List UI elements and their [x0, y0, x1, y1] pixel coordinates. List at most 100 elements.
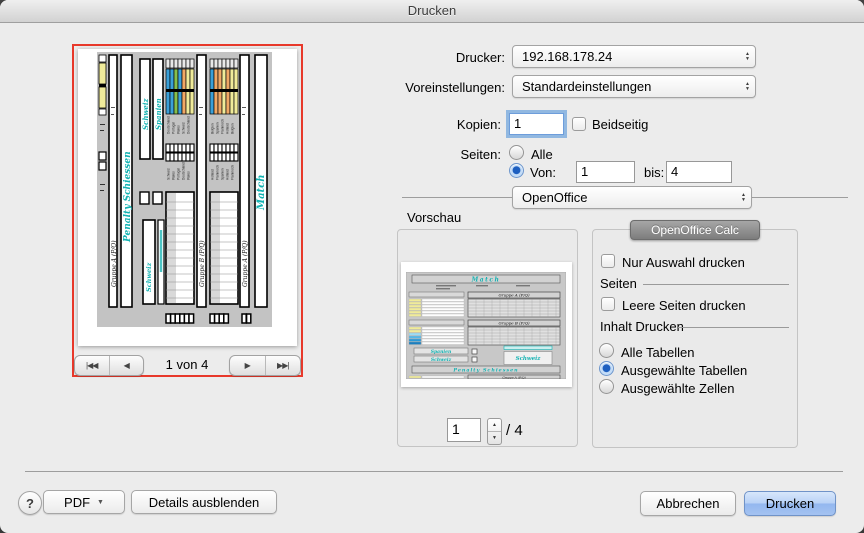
printer-select-value: 192.168.178.24: [522, 49, 612, 64]
presets-select[interactable]: Standardeinstellungen ▲▼: [512, 75, 756, 98]
sheet-penalty-label: Penalty Schiessen: [123, 151, 133, 243]
mini-penalty-title: Penalty Schiessen: [452, 367, 518, 373]
print-button-label: Drucken: [766, 496, 814, 511]
country-a2-4: Wales: [187, 171, 191, 180]
pages-group-label: Seiten: [600, 276, 637, 291]
pages-to-input[interactable]: 4: [666, 161, 732, 183]
selected-cells-radio[interactable]: [599, 379, 614, 394]
content-group-label: Inhalt Drucken: [600, 319, 684, 334]
sheet-schweiz2-label: Schweiz: [145, 262, 153, 292]
mini-schweiz2-label: Schweiz: [516, 356, 542, 362]
country-a2-3: Deutschland: [182, 162, 186, 180]
pages-label: Seiten:: [360, 147, 501, 162]
all-sheets-radio[interactable]: [599, 343, 614, 358]
first-page-button[interactable]: |◀◀: [75, 356, 109, 375]
country-a2-1: Wales: [172, 171, 176, 180]
print-empty-pages-checkbox[interactable]: [601, 297, 615, 311]
hide-details-button[interactable]: Details ausblenden: [131, 490, 277, 514]
country-a-0: Deutschland: [167, 116, 171, 134]
country-a-3: Schweiz: [182, 122, 186, 134]
dialog-title: Drucken: [0, 0, 864, 23]
country-b-3: Holland: [226, 123, 230, 134]
next-page-button[interactable]: ▶: [230, 356, 265, 375]
cancel-button[interactable]: Abbrechen: [640, 491, 736, 516]
mini-spanien-label: Spanien: [431, 349, 451, 355]
previous-page-button[interactable]: ◀: [109, 356, 144, 375]
mini-sheet-preview: Match Gruppe A (P/Q) Gruppe B (P/Q): [406, 272, 566, 379]
country-b-0: Belgien: [211, 123, 215, 134]
calc-panel-tab: OpenOffice Calc: [630, 220, 760, 240]
country-b-1: Spanien: [216, 122, 220, 134]
duplex-checkbox[interactable]: [572, 117, 586, 131]
popup-arrows-icon: ▲▼: [741, 187, 746, 208]
country-a2-0: Schweiz: [167, 168, 171, 180]
pdf-button-label: PDF: [64, 495, 90, 510]
chevron-down-icon: ▼: [97, 499, 104, 506]
cancel-button-label: Abbrechen: [657, 496, 720, 511]
pages-to-label: bis:: [644, 165, 664, 180]
all-sheets-label: Alle Tabellen: [621, 345, 694, 360]
country-b2-3: Holland: [226, 169, 230, 180]
print-selection-only-label: Nur Auswahl drucken: [622, 255, 745, 270]
country-b2-1: Frankreich: [216, 165, 220, 180]
app-options-select[interactable]: OpenOffice ▲▼: [512, 186, 752, 209]
copies-input[interactable]: 1: [509, 113, 564, 135]
vorschau-label: Vorschau: [407, 210, 461, 225]
country-b-2: Frankreich: [221, 119, 225, 134]
selected-sheets-label: Ausgewählte Tabellen: [621, 363, 747, 378]
mini-gruppe-a-title: Gruppe A (P/Q): [498, 293, 529, 298]
sheet-gruppe-a2-label: Gruppe A (P/Q): [242, 240, 249, 287]
printer-select[interactable]: 192.168.178.24 ▲▼: [512, 45, 756, 68]
presets-label: Voreinstellungen:: [360, 80, 505, 95]
app-options-value: OpenOffice: [522, 190, 588, 205]
popup-arrows-icon: ▲▼: [745, 76, 750, 97]
country-a-1: Portugal: [172, 122, 176, 134]
page-indicator: 1 von 4: [147, 357, 227, 372]
sheet-schweiz-label: Schweiz: [141, 97, 150, 130]
help-button[interactable]: ?: [18, 491, 42, 515]
selected-cells-label: Ausgewählte Zellen: [621, 381, 734, 396]
sheet-gruppe-b-label: Gruppe B (P/Q): [199, 240, 206, 287]
print-button[interactable]: Drucken: [744, 491, 836, 516]
pages-from-label: Von:: [530, 165, 556, 180]
preview-page-total: / 4: [506, 422, 523, 439]
copies-label: Kopien:: [360, 117, 501, 132]
pages-all-radio[interactable]: [509, 145, 524, 160]
preview-page-input[interactable]: 1: [447, 418, 481, 442]
popup-arrows-icon: ▲▼: [745, 46, 750, 67]
country-b2-2: Spanien: [221, 168, 225, 180]
pages-from-radio[interactable]: [509, 163, 524, 178]
sheet-match-label: Match: [256, 174, 267, 211]
last-page-button[interactable]: ▶▶|: [265, 356, 301, 375]
rotated-sheet-preview: Deutschland Portugal Wales Schweiz Deuts…: [97, 52, 272, 327]
print-empty-pages-label: Leere Seiten drucken: [622, 298, 746, 313]
country-a-4: Deutschland: [187, 116, 191, 134]
preview-page-stepper[interactable]: ▲ ▼: [487, 418, 502, 445]
country-a-2: Wales: [177, 125, 181, 134]
country-b2-4: Frankreich: [231, 165, 235, 180]
mini-gruppe-b-title: Gruppe B (P/Q): [498, 321, 530, 326]
selected-sheets-radio[interactable]: [599, 361, 614, 376]
print-dialog: Drucken: [0, 0, 864, 533]
pages-from-input[interactable]: 1: [576, 161, 635, 183]
pdf-button[interactable]: PDF ▼: [43, 490, 125, 514]
content-group-line: [678, 327, 789, 328]
page-nav-back-group[interactable]: |◀◀ ◀: [74, 355, 144, 376]
mini-preview-page: Match Gruppe A (P/Q) Gruppe B (P/Q): [401, 262, 572, 387]
page-nav-forward-group[interactable]: ▶ ▶▶|: [229, 355, 301, 376]
mini-match-title: Match: [471, 276, 501, 283]
sheet-spanien-label: Spanien: [154, 98, 163, 130]
stepper-up-icon[interactable]: ▲: [488, 419, 501, 432]
country-b2-0: Holland: [211, 169, 215, 180]
mini-schweiz-label: Schweiz: [431, 357, 452, 363]
pages-all-label: Alle: [531, 147, 553, 162]
footer-divider: [25, 471, 843, 472]
print-selection-only-checkbox[interactable]: [601, 254, 615, 268]
stepper-down-icon[interactable]: ▼: [488, 432, 501, 444]
presets-select-value: Standardeinstellungen: [522, 79, 651, 94]
pages-group-line: [643, 284, 789, 285]
country-b-4: Belgien: [231, 123, 235, 134]
printer-label: Drucker:: [360, 50, 505, 65]
mini-gruppe-a2-title: Gruppe A (P/Q): [502, 375, 526, 379]
hide-details-label: Details ausblenden: [149, 495, 260, 510]
